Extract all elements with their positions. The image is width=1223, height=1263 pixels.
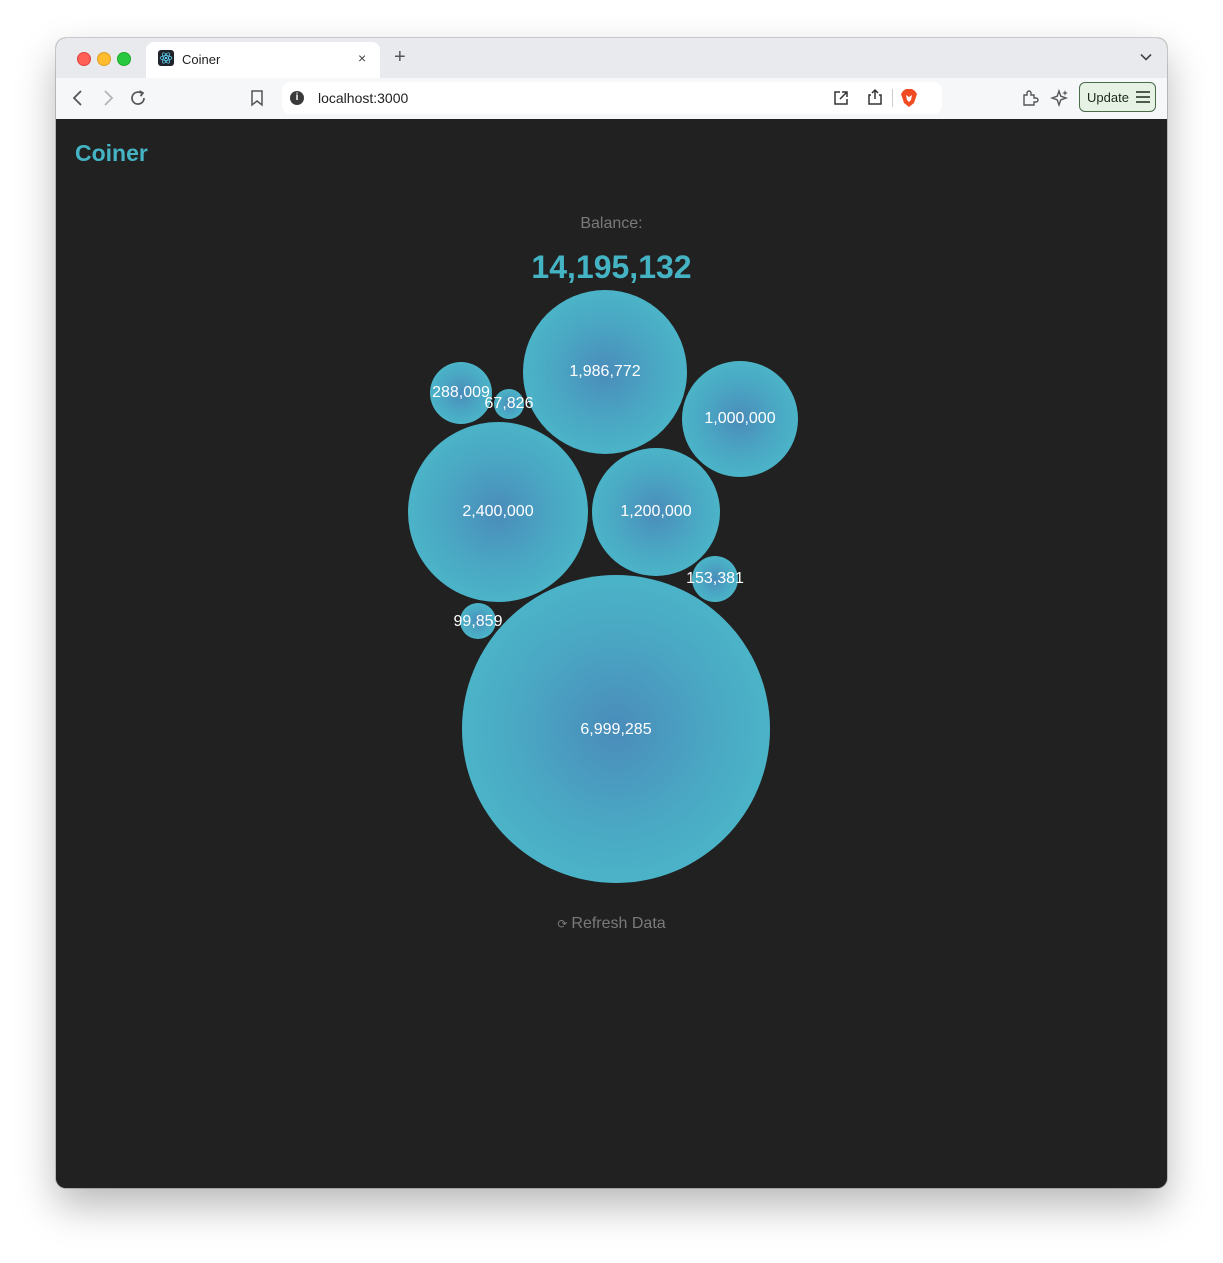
maximize-window-button[interactable]: [117, 52, 131, 66]
address-bar[interactable]: i localhost:3000: [282, 82, 942, 114]
bookmark-icon[interactable]: [247, 88, 267, 108]
bubble-label: 1,986,772: [569, 363, 641, 380]
extensions-icon[interactable]: [1020, 88, 1040, 108]
reload-icon[interactable]: [128, 88, 148, 108]
brave-shield-icon[interactable]: [900, 88, 918, 108]
update-button[interactable]: Update: [1079, 82, 1156, 112]
app-page: Coiner Balance: 14,195,132 1,986,772 1,0…: [56, 119, 1167, 1188]
bubble-label: 6,999,285: [580, 721, 652, 738]
browser-tab[interactable]: Coiner ×: [146, 42, 380, 78]
bubble-label: 1,200,000: [620, 503, 692, 520]
close-window-button[interactable]: [77, 52, 91, 66]
divider: [892, 89, 893, 107]
bubble-label: 153,381: [686, 570, 744, 587]
bubble-label: 288,009: [432, 384, 490, 401]
ai-sparkle-icon[interactable]: [1050, 88, 1070, 108]
new-tab-button[interactable]: +: [394, 46, 406, 69]
react-icon: [158, 50, 174, 66]
back-icon[interactable]: [68, 88, 88, 108]
title-bar: Coiner × +: [56, 38, 1167, 78]
balance-value: 14,195,132: [531, 249, 692, 285]
share-icon[interactable]: [866, 88, 884, 106]
bubble-label: 2,400,000: [462, 503, 534, 520]
chevron-down-icon[interactable]: [1139, 50, 1153, 64]
update-label: Update: [1087, 90, 1129, 105]
menu-icon: [1136, 91, 1150, 103]
bubble-label: 99,859: [453, 613, 503, 630]
minimize-window-button[interactable]: [97, 52, 111, 66]
open-external-icon[interactable]: [832, 89, 850, 107]
app-brand[interactable]: Coiner: [75, 140, 148, 167]
refresh-label: Refresh Data: [571, 915, 666, 932]
refresh-icon: ⟳: [557, 917, 568, 931]
url-text[interactable]: localhost:3000: [318, 90, 408, 106]
tab-title: Coiner: [182, 52, 221, 67]
bubble-label: 1,000,000: [704, 410, 776, 427]
forward-icon[interactable]: [98, 88, 118, 108]
balance-label: Balance:: [580, 215, 643, 232]
bubble-label: 67,826: [484, 395, 534, 412]
tab-close-icon[interactable]: ×: [358, 50, 366, 66]
site-info-icon[interactable]: i: [290, 91, 304, 105]
refresh-data-button[interactable]: ⟳ Refresh Data: [56, 915, 1167, 933]
browser-toolbar: i localhost:3000 Update: [56, 78, 1167, 120]
browser-window: Coiner × + i localhost:3000 Update Coine…: [56, 38, 1167, 1188]
